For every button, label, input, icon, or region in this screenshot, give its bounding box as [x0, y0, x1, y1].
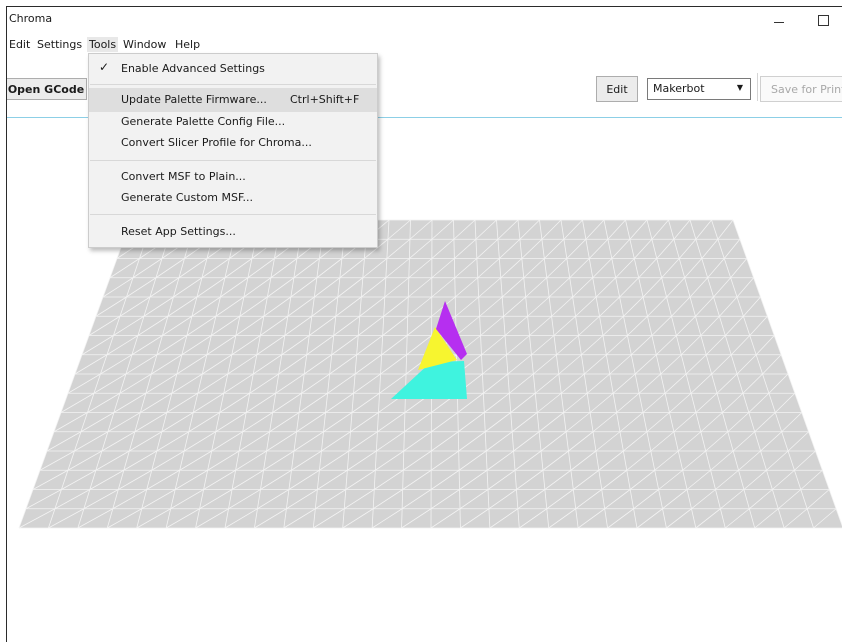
save-for-print-button[interactable]: Save for Print — [760, 76, 842, 102]
edit-button[interactable]: Edit — [596, 76, 638, 102]
menu-item-label: Update Palette Firmware... — [121, 93, 267, 106]
menu-tools[interactable]: Tools — [87, 37, 119, 52]
printer-select-value: Makerbot — [653, 82, 705, 95]
menu-edit[interactable]: Edit — [7, 37, 32, 52]
minimize-icon — [774, 21, 784, 23]
menu-settings[interactable]: Settings — [35, 37, 84, 52]
menu-item-label: Convert Slicer Profile for Chroma... — [121, 136, 312, 149]
menu-item-enable-advanced-settings[interactable]: ✓ Enable Advanced Settings — [89, 57, 377, 81]
menu-item-generate-custom-msf[interactable]: Generate Custom MSF... — [89, 186, 377, 210]
check-icon: ✓ — [99, 60, 110, 74]
printer-select[interactable]: Makerbot ▼ — [647, 78, 751, 100]
menu-item-reset-app-settings[interactable]: Reset App Settings... — [89, 220, 377, 244]
open-gcode-button[interactable]: Open GCode — [7, 78, 87, 100]
maximize-icon — [817, 14, 829, 26]
title-bar: Chroma — [7, 7, 842, 33]
menu-item-label: Generate Custom MSF... — [121, 191, 254, 204]
menu-separator — [90, 214, 376, 215]
maximize-button[interactable] — [803, 7, 842, 33]
menu-separator — [90, 84, 376, 85]
toolbar-separator — [757, 73, 758, 101]
menu-item-label: Enable Advanced Settings — [121, 62, 265, 75]
menu-item-label: Reset App Settings... — [121, 225, 236, 238]
dropdown-arrow-icon: ▼ — [736, 83, 743, 92]
menu-item-update-palette-firmware[interactable]: Update Palette Firmware... Ctrl+Shift+F — [89, 88, 377, 112]
menu-item-label: Generate Palette Config File... — [121, 115, 286, 128]
menu-item-label: Convert MSF to Plain... — [121, 170, 246, 183]
menu-separator — [90, 160, 376, 161]
menu-window[interactable]: Window — [121, 37, 168, 52]
menu-help[interactable]: Help — [173, 37, 202, 52]
menu-item-convert-slicer-profile[interactable]: Convert Slicer Profile for Chroma... — [89, 131, 377, 155]
tools-menu-dropdown: ✓ Enable Advanced Settings Update Palett… — [88, 53, 378, 248]
minimize-button[interactable] — [759, 7, 799, 33]
window-title: Chroma — [9, 12, 53, 25]
menu-item-shortcut: Ctrl+Shift+F — [290, 93, 360, 106]
app-window: Chroma Edit Settings Tools Window Help O… — [6, 6, 842, 642]
menu-bar: Edit Settings Tools Window Help — [7, 35, 842, 54]
